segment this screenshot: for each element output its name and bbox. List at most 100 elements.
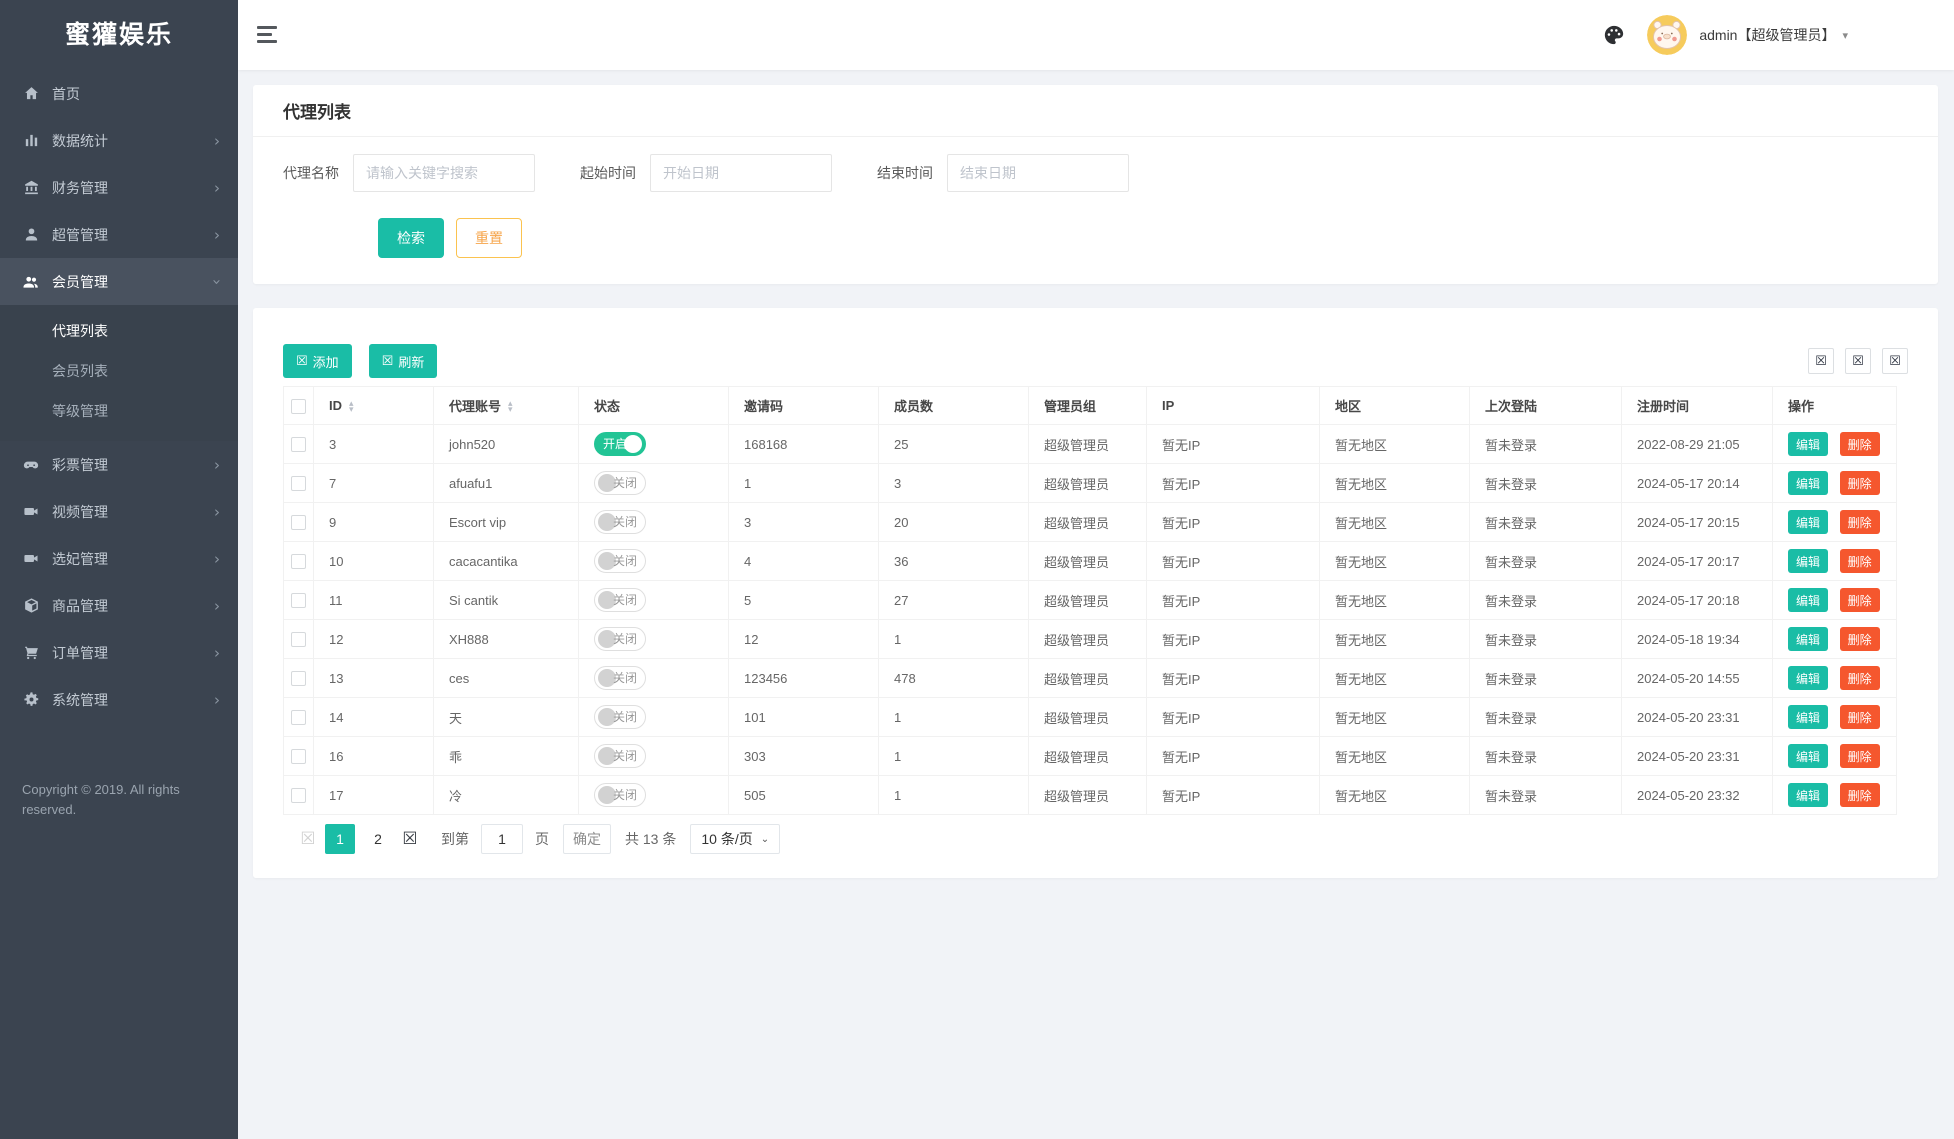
edit-button[interactable]: 编辑 — [1788, 744, 1828, 768]
cell-id: 11 — [314, 581, 434, 620]
submenu-item-level-manage[interactable]: 等级管理 — [0, 391, 238, 431]
agent-name-input[interactable] — [353, 154, 535, 192]
sidebar-item-members[interactable]: 会员管理 › — [0, 258, 238, 305]
chevron-right-icon: › — [214, 503, 220, 521]
copyright-text: Copyright © 2019. All rights reserved. — [22, 780, 202, 819]
sort-icon[interactable]: ▴▾ — [508, 400, 513, 412]
cell-admin-group: 超级管理员 — [1029, 542, 1147, 581]
sidebar-item-superadmin[interactable]: 超管管理 › — [0, 211, 238, 258]
add-button[interactable]: ☒ 添加 — [283, 344, 352, 378]
delete-button[interactable]: 删除 — [1840, 432, 1880, 456]
cell-account: ces — [434, 659, 579, 698]
row-checkbox[interactable] — [291, 554, 306, 569]
status-toggle[interactable]: 关闭 — [594, 510, 646, 534]
submenu-item-member-list[interactable]: 会员列表 — [0, 351, 238, 391]
edit-button[interactable]: 编辑 — [1788, 588, 1828, 612]
delete-button[interactable]: 删除 — [1840, 549, 1880, 573]
page-number-1[interactable]: 1 — [325, 824, 355, 854]
cell-region: 暂无地区 — [1320, 776, 1470, 815]
goto-confirm-button[interactable]: 确定 — [563, 824, 611, 854]
refresh-button[interactable]: ☒ 刷新 — [369, 344, 438, 378]
hamburger-menu-icon[interactable] — [257, 26, 279, 44]
toggle-label: 关闭 — [613, 745, 637, 767]
cell-id: 12 — [314, 620, 434, 659]
row-checkbox[interactable] — [291, 476, 306, 491]
sidebar-item-home[interactable]: 首页 — [0, 70, 238, 117]
page-unit-label: 页 — [535, 829, 549, 849]
delete-button[interactable]: 删除 — [1840, 471, 1880, 495]
delete-button[interactable]: 删除 — [1840, 783, 1880, 807]
sidebar-item-statistics[interactable]: 数据统计 › — [0, 117, 238, 164]
cell-invite-code: 4 — [729, 542, 879, 581]
next-page-icon[interactable]: ☒ — [397, 829, 423, 849]
status-toggle[interactable]: 关闭 — [594, 549, 646, 573]
sidebar-item-lottery[interactable]: 彩票管理 › — [0, 441, 238, 488]
status-toggle[interactable]: 关闭 — [594, 705, 646, 729]
row-checkbox[interactable] — [291, 671, 306, 686]
cell-account: 冷 — [434, 776, 579, 815]
per-page-select[interactable]: 10 条/页 ⌄ — [690, 824, 780, 854]
edit-button[interactable]: 编辑 — [1788, 510, 1828, 534]
status-toggle[interactable]: 关闭 — [594, 744, 646, 768]
status-toggle[interactable]: 关闭 — [594, 666, 646, 690]
row-checkbox[interactable] — [291, 749, 306, 764]
pagination: ☒ 1 2 ☒ 到第 页 确定 共 13 条 10 条/页 ⌄ — [295, 823, 1908, 855]
status-toggle[interactable]: 关闭 — [594, 471, 646, 495]
prev-page-icon[interactable]: ☒ — [295, 829, 321, 849]
edit-button[interactable]: 编辑 — [1788, 627, 1828, 651]
row-checkbox[interactable] — [291, 788, 306, 803]
delete-button[interactable]: 删除 — [1840, 705, 1880, 729]
status-toggle[interactable]: 开启 — [594, 432, 646, 456]
goto-label: 到第 — [441, 829, 469, 849]
edit-button[interactable]: 编辑 — [1788, 666, 1828, 690]
row-checkbox[interactable] — [291, 515, 306, 530]
user-dropdown[interactable]: admin【超级管理员】 ▾ — [1699, 25, 1848, 45]
status-toggle[interactable]: 关闭 — [594, 783, 646, 807]
reset-button[interactable]: 重置 — [456, 218, 522, 258]
status-toggle[interactable]: 关闭 — [594, 627, 646, 651]
row-checkbox[interactable] — [291, 437, 306, 452]
cell-invite-code: 505 — [729, 776, 879, 815]
goto-page-input[interactable] — [481, 824, 523, 854]
edit-button[interactable]: 编辑 — [1788, 471, 1828, 495]
row-checkbox[interactable] — [291, 593, 306, 608]
sort-icon[interactable]: ▴▾ — [349, 400, 354, 412]
sidebar-item-orders[interactable]: 订单管理 › — [0, 629, 238, 676]
theme-palette-icon[interactable] — [1603, 24, 1625, 46]
user-avatar[interactable] — [1647, 15, 1687, 55]
table-row: 12 XH888 关闭 12 1 超级管理员 暂无IP 暂无地区 — [284, 620, 1897, 659]
row-checkbox[interactable] — [291, 632, 306, 647]
sidebar-item-goods[interactable]: 商品管理 › — [0, 582, 238, 629]
delete-button[interactable]: 删除 — [1840, 666, 1880, 690]
sidebar-item-finance[interactable]: 财务管理 › — [0, 164, 238, 211]
delete-button[interactable]: 删除 — [1840, 510, 1880, 534]
sidebar-item-label: 首页 — [52, 84, 80, 104]
cell-admin-group: 超级管理员 — [1029, 620, 1147, 659]
sidebar-item-system[interactable]: 系统管理 › — [0, 676, 238, 723]
delete-button[interactable]: 删除 — [1840, 627, 1880, 651]
cell-admin-group: 超级管理员 — [1029, 464, 1147, 503]
cell-invite-code: 12 — [729, 620, 879, 659]
status-toggle[interactable]: 关闭 — [594, 588, 646, 612]
cell-register-time: 2024-05-20 23:32 — [1622, 776, 1773, 815]
table-print-icon-button[interactable]: ☒ — [1882, 348, 1908, 374]
select-all-checkbox[interactable] — [291, 399, 306, 414]
submenu-item-agent-list[interactable]: 代理列表 — [0, 311, 238, 351]
sidebar-item-video[interactable]: 视频管理 › — [0, 488, 238, 535]
table-export-icon-button[interactable]: ☒ — [1845, 348, 1871, 374]
delete-button[interactable]: 删除 — [1840, 588, 1880, 612]
page-number-2[interactable]: 2 — [363, 824, 393, 854]
end-date-input[interactable] — [947, 154, 1129, 192]
edit-button[interactable]: 编辑 — [1788, 783, 1828, 807]
start-date-input[interactable] — [650, 154, 832, 192]
search-button[interactable]: 检索 — [378, 218, 444, 258]
edit-button[interactable]: 编辑 — [1788, 705, 1828, 729]
edit-button[interactable]: 编辑 — [1788, 549, 1828, 573]
sidebar-item-xuanfei[interactable]: 选妃管理 › — [0, 535, 238, 582]
row-checkbox[interactable] — [291, 710, 306, 725]
table-row: 13 ces 关闭 123456 478 超级管理员 暂无IP 暂无地区 — [284, 659, 1897, 698]
edit-button[interactable]: 编辑 — [1788, 432, 1828, 456]
delete-button[interactable]: 删除 — [1840, 744, 1880, 768]
broken-glyph-icon: ☒ — [1852, 353, 1864, 369]
table-filter-icon-button[interactable]: ☒ — [1808, 348, 1834, 374]
